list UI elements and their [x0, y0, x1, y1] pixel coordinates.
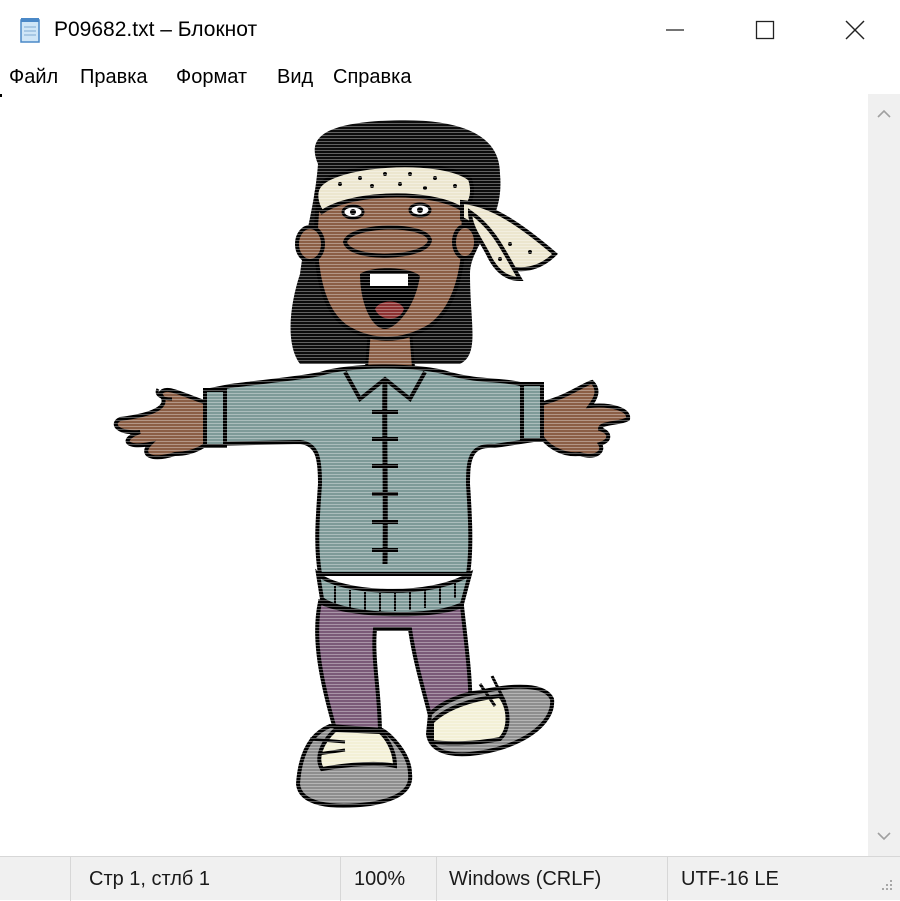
- scroll-up-button[interactable]: [868, 96, 900, 132]
- title-bar[interactable]: P09682.txt – Блокнот: [0, 0, 900, 60]
- text-cursor: [0, 94, 2, 97]
- menu-bar: Файл Правка Формат Вид Справка: [0, 60, 900, 94]
- menu-file[interactable]: Файл: [9, 63, 58, 91]
- close-icon: [845, 20, 865, 40]
- status-separator: [436, 857, 437, 901]
- scroll-down-button[interactable]: [868, 818, 900, 854]
- minimize-button[interactable]: [630, 0, 720, 60]
- window-title: P09682.txt – Блокнот: [54, 18, 258, 41]
- ascii-art-character: [100, 114, 660, 824]
- status-zoom: 100%: [354, 868, 406, 890]
- menu-edit[interactable]: Правка: [80, 63, 148, 91]
- menu-help[interactable]: Справка: [333, 63, 411, 91]
- chevron-down-icon: [877, 832, 891, 841]
- status-line-ending: Windows (CRLF): [449, 868, 602, 890]
- minimize-icon: [666, 29, 684, 31]
- resize-grip-icon[interactable]: [874, 866, 896, 896]
- maximize-icon: [755, 20, 775, 40]
- status-separator: [70, 857, 71, 901]
- notepad-icon: [20, 18, 40, 43]
- status-separator: [667, 857, 668, 901]
- status-encoding: UTF-16 LE: [681, 868, 779, 890]
- menu-format[interactable]: Формат: [176, 63, 247, 91]
- chevron-up-icon: [877, 109, 891, 118]
- status-bar: Стр 1, стлб 1 100% Windows (CRLF) UTF-16…: [0, 856, 900, 901]
- text-editor-area[interactable]: [0, 94, 868, 856]
- maximize-button[interactable]: [720, 0, 810, 60]
- menu-view[interactable]: Вид: [277, 63, 313, 91]
- status-separator: [340, 857, 341, 901]
- vertical-scrollbar[interactable]: [868, 94, 900, 856]
- close-button[interactable]: [810, 0, 900, 60]
- status-position: Стр 1, стлб 1: [89, 868, 211, 890]
